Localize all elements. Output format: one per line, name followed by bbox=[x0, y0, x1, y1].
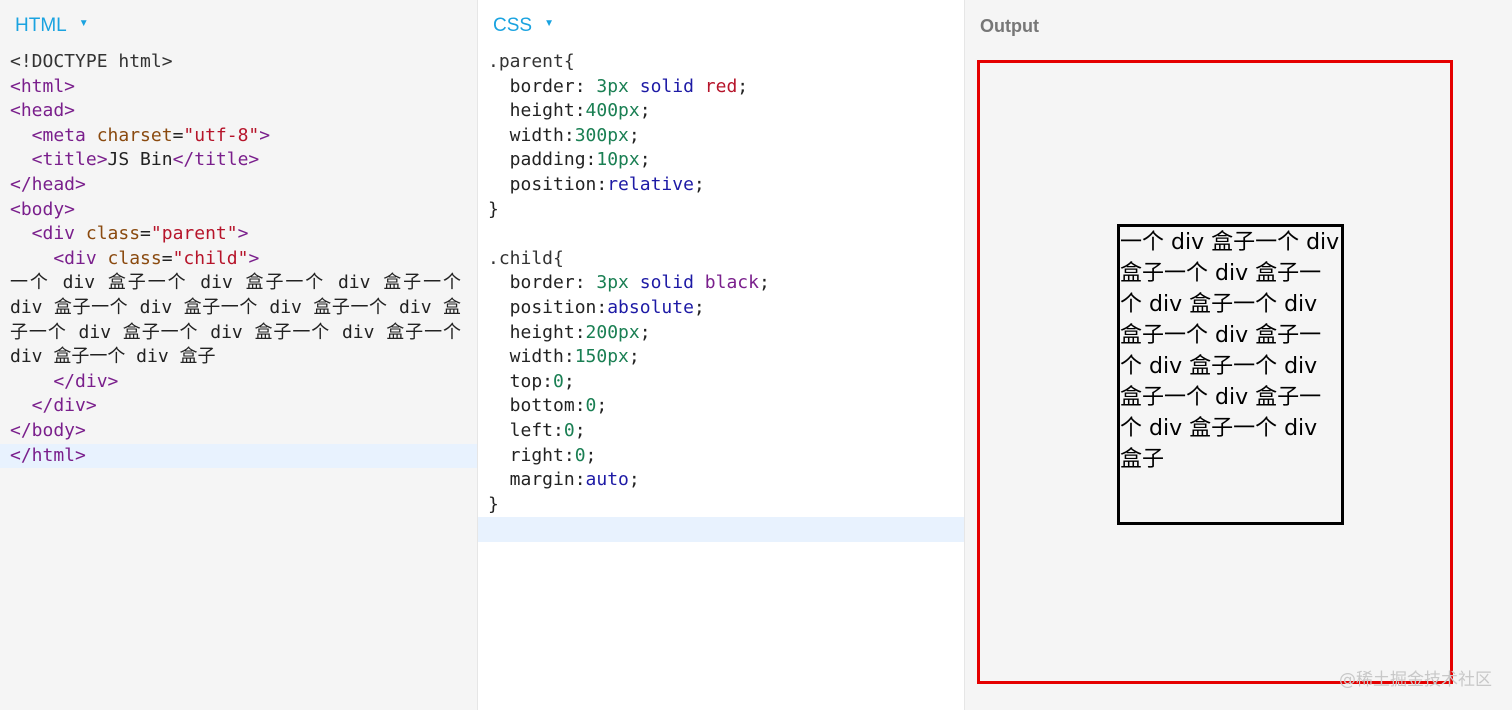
css-code-editor[interactable]: .parent{ border: 3px solid red; height:4… bbox=[478, 50, 964, 542]
code-line: top:0; bbox=[488, 370, 575, 392]
css-panel-title[interactable]: CSS bbox=[493, 15, 532, 36]
output-panel-title: Output bbox=[980, 16, 1039, 36]
code-line: </body> bbox=[10, 419, 86, 441]
code-line: position:relative; bbox=[488, 173, 705, 195]
code-line: } bbox=[488, 493, 499, 515]
code-line: height:200px; bbox=[488, 321, 651, 343]
code-line: padding:10px; bbox=[488, 149, 651, 171]
code-line: <body> bbox=[10, 198, 76, 220]
code-line: width:150px; bbox=[488, 346, 640, 368]
code-line: </head> bbox=[10, 173, 86, 195]
code-line: right:0; bbox=[488, 444, 597, 466]
code-line: height:400px; bbox=[488, 100, 651, 122]
code-line: .child{ bbox=[488, 247, 564, 269]
code-line-active bbox=[478, 517, 964, 542]
html-editor-panel: HTML ▼ <!DOCTYPE html> <html> <head> <met… bbox=[0, 0, 478, 710]
chevron-down-icon[interactable]: ▼ bbox=[79, 12, 89, 36]
code-line: </div> bbox=[10, 395, 97, 417]
chevron-down-icon[interactable]: ▼ bbox=[544, 12, 554, 36]
html-panel-title[interactable]: HTML bbox=[15, 15, 67, 36]
code-line: <html> bbox=[10, 75, 76, 97]
css-panel-tab[interactable]: CSS ▼ bbox=[493, 14, 554, 38]
code-line: width:300px; bbox=[488, 124, 640, 146]
code-line: <title>JS Bin</title> bbox=[10, 149, 260, 171]
code-line-text-content: 一个 div 盒子一个 div 盒子一个 div 盒子一个 div 盒子一个 d… bbox=[10, 272, 461, 368]
code-line: </div> bbox=[10, 370, 119, 392]
parent-box: 一个 div 盒子一个 div 盒子一个 div 盒子一个 div 盒子一个 d… bbox=[977, 60, 1453, 684]
code-line: <head> bbox=[10, 100, 76, 122]
html-code-editor[interactable]: <!DOCTYPE html> <html> <head> <meta char… bbox=[0, 50, 477, 469]
code-line: .parent{ bbox=[488, 51, 575, 72]
code-line: <meta charset="utf-8"> bbox=[10, 124, 271, 146]
code-line: margin:auto; bbox=[488, 469, 640, 491]
code-line-active: </html> bbox=[0, 443, 477, 469]
code-line: } bbox=[488, 198, 499, 220]
code-line: left:0; bbox=[488, 419, 586, 441]
html-panel-tab[interactable]: HTML ▼ bbox=[15, 14, 89, 38]
code-line: <div class="parent"> bbox=[10, 223, 249, 245]
watermark: @稀土掘金技术社区 bbox=[1339, 670, 1492, 690]
code-line: bottom:0; bbox=[488, 395, 608, 417]
code-line: border: 3px solid red; bbox=[488, 75, 749, 97]
code-line: position:absolute; bbox=[488, 296, 705, 318]
code-line: border: 3px solid black; bbox=[488, 272, 770, 294]
code-line: <!DOCTYPE html> bbox=[10, 51, 173, 72]
output-panel: Output 一个 div 盒子一个 div 盒子一个 div 盒子一个 div… bbox=[965, 0, 1512, 710]
code-line: <div class="child"> bbox=[10, 247, 260, 269]
css-editor-panel: CSS ▼ .parent{ border: 3px solid red; hei… bbox=[478, 0, 965, 710]
child-box: 一个 div 盒子一个 div 盒子一个 div 盒子一个 div 盒子一个 d… bbox=[1117, 224, 1344, 525]
